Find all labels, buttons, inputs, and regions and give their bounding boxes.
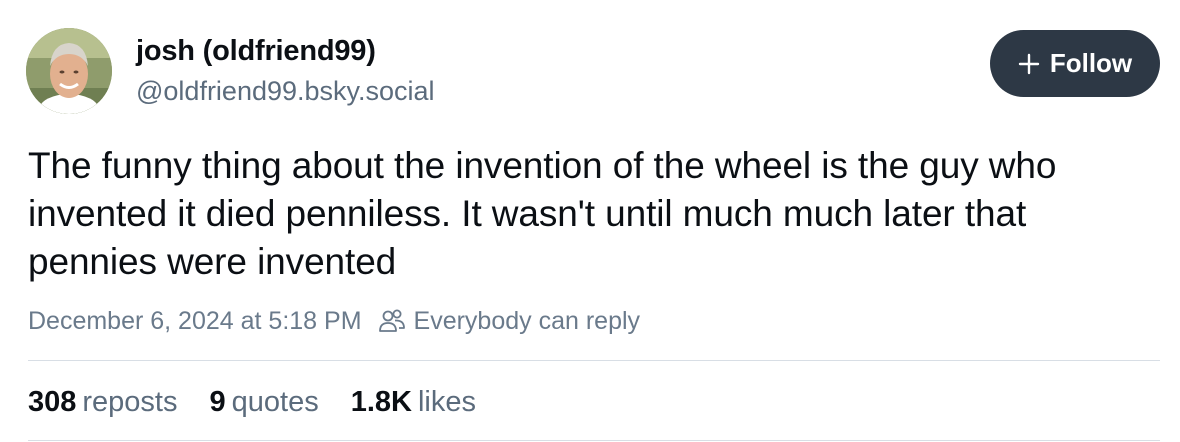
post-text: The funny thing about the invention of t… <box>28 145 1057 282</box>
post-timestamp[interactable]: December 6, 2024 at 5:18 PM <box>28 305 362 337</box>
people-icon <box>378 309 405 332</box>
author-display-name[interactable]: josh (oldfriend99) <box>136 34 376 68</box>
post-meta: December 6, 2024 at 5:18 PM Everybody ca… <box>28 305 640 337</box>
likes-count: 1.8K <box>350 386 412 418</box>
avatar-photo-icon <box>26 28 112 114</box>
follow-button-label: Follow <box>1049 48 1133 78</box>
divider <box>28 440 1160 441</box>
likes-label: likes <box>417 386 476 418</box>
likes-stat[interactable]: 1.8K likes <box>351 385 476 419</box>
post-detail: josh (oldfriend99) @oldfriend99.bsky.soc… <box>0 0 1180 442</box>
divider <box>28 360 1160 361</box>
engagement-stats: 308 reposts 9 quotes 1.8K likes <box>28 385 476 419</box>
reposts-count: 308 <box>28 386 77 418</box>
quotes-label: quotes <box>231 386 319 418</box>
reposts-stat[interactable]: 308 reposts <box>28 385 178 419</box>
quotes-stat[interactable]: 9 quotes <box>210 385 319 419</box>
author-avatar[interactable] <box>26 28 112 114</box>
reply-setting[interactable]: Everybody can reply <box>414 305 641 337</box>
plus-icon <box>1018 53 1040 74</box>
quotes-count: 9 <box>209 386 226 418</box>
reposts-label: reposts <box>82 386 178 418</box>
author-handle[interactable]: @oldfriend99.bsky.social <box>136 75 435 107</box>
follow-button[interactable]: Follow <box>990 30 1160 97</box>
